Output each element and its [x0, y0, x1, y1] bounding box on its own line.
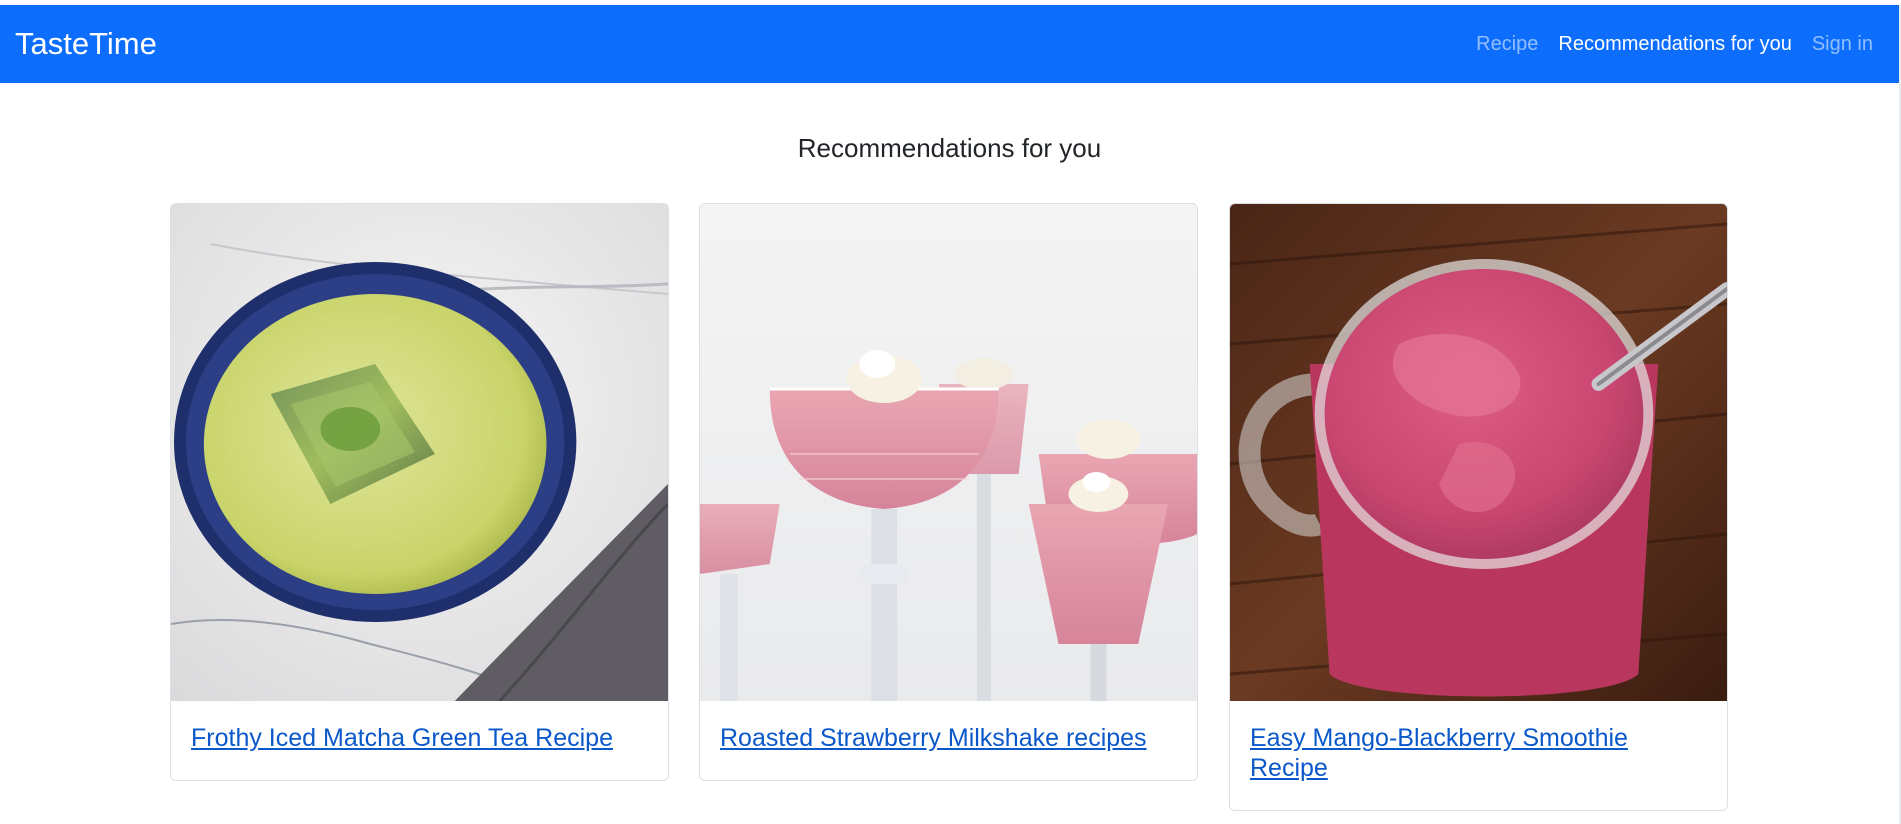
nav-link-recipe[interactable]: Recipe	[1466, 33, 1548, 56]
recipe-title-link[interactable]: Frothy Iced Matcha Green Tea Recipe	[191, 724, 613, 752]
recipe-title-link[interactable]: Roasted Strawberry Milkshake recipes	[720, 724, 1147, 752]
brand-logo[interactable]: TasteTime	[15, 26, 157, 62]
top-navbar: TasteTime Recipe Recommendations for you…	[0, 5, 1899, 83]
card-body: Roasted Strawberry Milkshake recipes	[700, 701, 1197, 780]
recipe-card: Easy Mango-Blackberry Smoothie Recipe	[1229, 203, 1728, 811]
mango-blackberry-smoothie-photo[interactable]	[1230, 204, 1727, 701]
recipe-title-link[interactable]: Easy Mango-Blackberry Smoothie Recipe	[1250, 724, 1628, 782]
recipe-card: Roasted Strawberry Milkshake recipes	[699, 203, 1198, 781]
nav-links: Recipe Recommendations for you Sign in	[1466, 33, 1884, 56]
nav-link-recommendations[interactable]: Recommendations for you	[1548, 33, 1801, 56]
nav-link-sign-in[interactable]: Sign in	[1802, 33, 1884, 56]
strawberry-milkshake-photo[interactable]	[700, 204, 1197, 701]
recipe-card: Frothy Iced Matcha Green Tea Recipe	[170, 203, 669, 781]
page-title: Recommendations for you	[797, 133, 1102, 163]
card-body: Frothy Iced Matcha Green Tea Recipe	[171, 701, 668, 780]
matcha-photo[interactable]	[171, 204, 668, 701]
card-body: Easy Mango-Blackberry Smoothie Recipe	[1230, 701, 1727, 810]
